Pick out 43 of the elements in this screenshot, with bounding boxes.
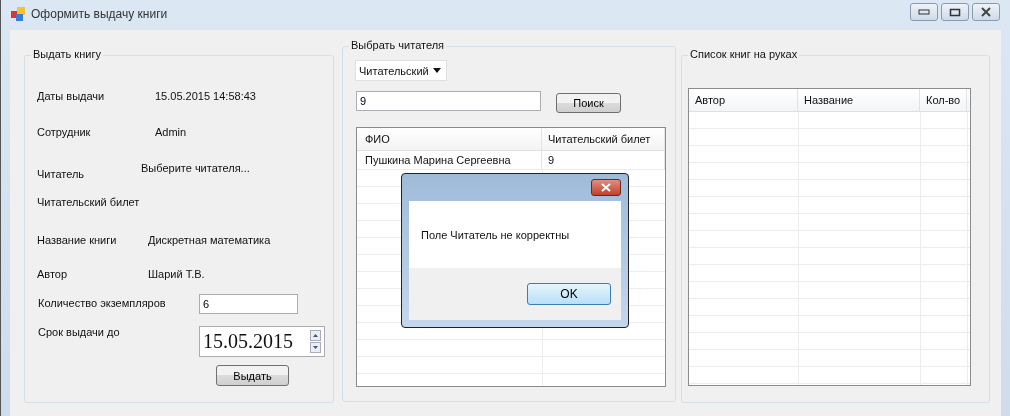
dropdown-arrow-icon [433, 68, 441, 73]
group-title: Список книг на руках [688, 48, 800, 60]
date-spinner-field[interactable]: 15.05.2015 [199, 326, 325, 357]
dialog-message: Поле Читатель не корректны [421, 228, 570, 241]
search-field[interactable]: 9 [356, 91, 541, 111]
column-header[interactable]: Читательский билет [542, 128, 665, 150]
field-label: Количество экземпляров [38, 297, 166, 309]
group-title: Выбрать читателя [349, 39, 447, 51]
column-header[interactable]: ФИО [357, 128, 542, 150]
table-cell: Пушкина Марина Сергеевна [357, 151, 542, 169]
close-button[interactable] [972, 3, 1000, 21]
maximize-button[interactable] [941, 3, 969, 21]
close-icon [600, 183, 612, 192]
field-label: Сотрудник [37, 126, 91, 138]
close-icon [980, 7, 992, 17]
field-value: Admin [155, 126, 187, 138]
window-title: Оформить выдачу книги [31, 7, 168, 21]
field-label: Название книги [37, 234, 117, 246]
field-label: Автор [37, 268, 68, 280]
ok-button[interactable]: OK [527, 283, 611, 305]
field-value: 15.05.2015 14:58:43 [155, 90, 256, 102]
search-by-dropdown[interactable]: Читательский [355, 60, 447, 81]
minimize-icon [918, 9, 930, 15]
table-cell: 9 [542, 151, 665, 169]
search-button[interactable]: Поиск [556, 93, 621, 113]
column-header[interactable]: Кол-во [920, 89, 967, 111]
spin-down-icon[interactable] [310, 342, 321, 353]
issue-button[interactable]: Выдать [216, 365, 289, 386]
close-button[interactable] [591, 179, 621, 196]
column-header[interactable]: Автор [689, 89, 798, 111]
field-label: Срок выдачи до [38, 326, 120, 338]
column-header[interactable]: Название [798, 89, 920, 111]
copies-input-field[interactable]: 6 [199, 294, 298, 314]
app-icon [11, 7, 25, 21]
field-value: Выберите читателя... [141, 162, 250, 174]
group-title: Выдать книгу [31, 48, 103, 60]
field-value: Дискретная математика [148, 234, 271, 246]
field-value: Шарий Т.В. [148, 268, 205, 280]
maximize-icon [949, 7, 961, 17]
field-label: Читательский билет [37, 196, 140, 208]
spin-up-icon[interactable] [310, 330, 321, 341]
field-label: Даты выдачи [37, 90, 105, 102]
field-label: Читатель [37, 168, 85, 180]
